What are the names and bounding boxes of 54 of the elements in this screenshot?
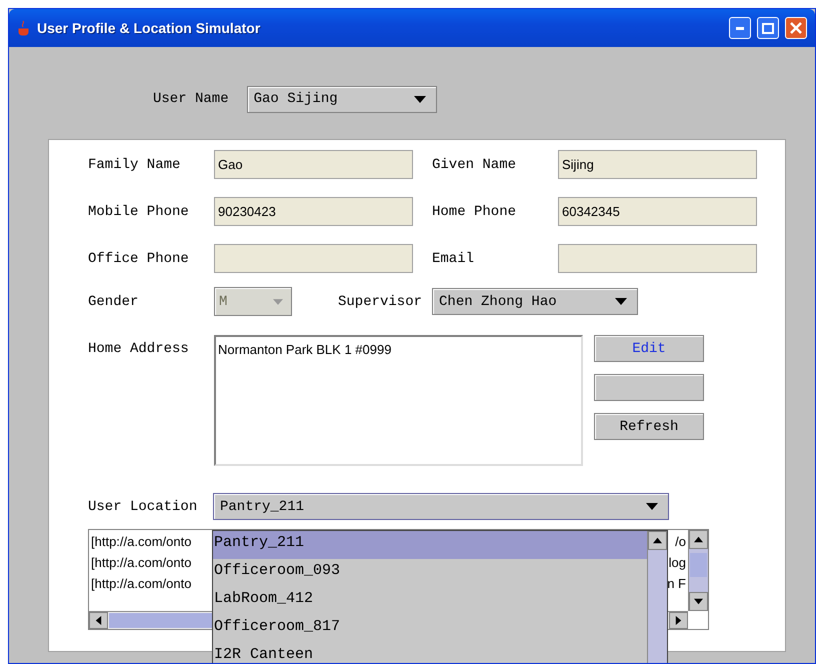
supervisor-label: Supervisor bbox=[338, 294, 422, 310]
scroll-left-icon bbox=[94, 616, 103, 625]
supervisor-dropdown[interactable]: Chen Zhong Hao bbox=[432, 288, 638, 315]
field-label: Given Name bbox=[432, 156, 518, 172]
user-location-dropdown[interactable]: Pantry_211 bbox=[213, 493, 669, 520]
scroll-down-icon bbox=[694, 597, 703, 606]
blank-button[interactable] bbox=[594, 374, 704, 401]
field-label: Office Phone bbox=[88, 250, 190, 266]
log-line: [http://a.com/onto bbox=[91, 534, 192, 551]
log-line: n F bbox=[667, 576, 686, 593]
close-icon bbox=[790, 22, 802, 34]
vertical-scrollbar[interactable] bbox=[647, 531, 667, 663]
user-name-dropdown[interactable]: Gao Sijing bbox=[246, 86, 437, 112]
dropdown-option[interactable]: Officeroom_093 bbox=[213, 559, 648, 587]
field-label: Email bbox=[432, 250, 476, 266]
home-address-label: Home Address bbox=[88, 341, 190, 357]
gender-label: Gender bbox=[88, 294, 140, 310]
scroll-up-icon bbox=[653, 536, 662, 545]
text-field[interactable]: 60342345 bbox=[558, 197, 757, 226]
field-label: Family Name bbox=[88, 156, 182, 172]
text-field[interactable]: 90230423 bbox=[214, 197, 413, 226]
minimize-icon bbox=[736, 26, 744, 30]
address-text-area[interactable]: Normanton Park BLK 1 #0999 bbox=[214, 335, 583, 466]
dropdown-option[interactable]: Officeroom_817 bbox=[213, 615, 648, 643]
dropdown-arrow-icon bbox=[414, 96, 426, 102]
dropdown-option[interactable]: I2R Canteen bbox=[213, 643, 648, 663]
scroll-up-icon bbox=[694, 535, 703, 544]
action-button[interactable]: Edit bbox=[594, 335, 704, 362]
field-label: Home Phone bbox=[432, 204, 518, 220]
text-field[interactable]: Gao bbox=[214, 150, 413, 179]
log-line: /o bbox=[675, 534, 686, 551]
maximize-button[interactable] bbox=[757, 17, 779, 39]
java-cup-icon bbox=[17, 20, 31, 36]
action-button[interactable]: Refresh bbox=[594, 413, 704, 440]
dropdown-option[interactable]: LabRoom_412 bbox=[213, 587, 648, 615]
close-button[interactable] bbox=[785, 17, 807, 39]
dropdown-option[interactable]: Pantry_211 bbox=[213, 531, 648, 559]
vertical-scrollbar[interactable] bbox=[688, 530, 708, 611]
scroll-right-icon bbox=[674, 616, 683, 625]
log-line: [http://a.com/onto bbox=[91, 576, 192, 593]
user-location-label: User Location bbox=[88, 498, 198, 514]
dropdown-arrow-icon bbox=[615, 298, 628, 305]
text-field[interactable] bbox=[558, 244, 757, 273]
maximize-icon bbox=[762, 22, 774, 34]
log-line: log bbox=[668, 555, 686, 572]
window-title: User Profile & Location Simulator bbox=[37, 20, 262, 36]
dropdown-arrow-icon bbox=[273, 298, 283, 304]
text-field[interactable] bbox=[214, 244, 413, 273]
text-field[interactable]: Sijing bbox=[558, 150, 757, 179]
log-line: [http://a.com/onto bbox=[91, 555, 192, 572]
minimize-button[interactable] bbox=[729, 17, 751, 39]
dropdown-arrow-icon bbox=[646, 503, 658, 510]
user-name-label: User Name bbox=[153, 91, 229, 107]
field-label: Mobile Phone bbox=[88, 204, 190, 220]
